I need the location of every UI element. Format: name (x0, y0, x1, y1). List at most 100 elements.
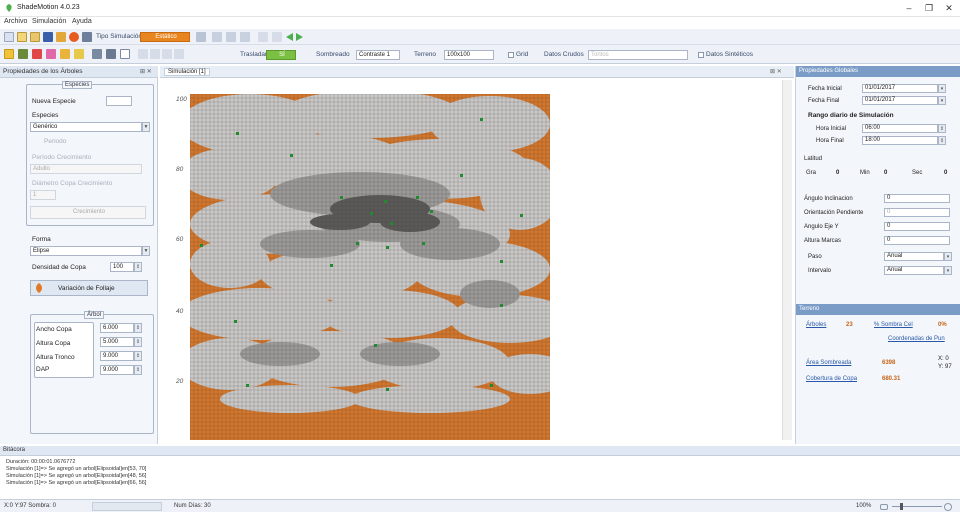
edit-icon[interactable] (56, 32, 66, 42)
intervalo-select[interactable]: Anual (884, 266, 944, 275)
forma-dropdown-icon[interactable]: ▼ (142, 246, 150, 256)
step-back-icon[interactable] (138, 49, 148, 59)
altura-marcas-input[interactable]: 0 (884, 236, 950, 245)
sombra-cel-link[interactable]: % Sombra Cel (874, 322, 913, 328)
nueva-especie-input[interactable] (106, 96, 132, 106)
tab-close-icon[interactable]: ⊠ ✕ (770, 68, 782, 75)
tree-marker[interactable] (422, 242, 425, 245)
tree-marker[interactable] (520, 214, 523, 217)
fast-forward-icon[interactable] (174, 49, 184, 59)
monitor-icon[interactable] (82, 32, 92, 42)
window-icon[interactable] (120, 49, 130, 59)
tree-marker[interactable] (246, 384, 249, 387)
contraste-select[interactable]: Contraste 1 (356, 50, 400, 60)
datos-crudos-input[interactable]: Tontos (588, 50, 688, 60)
hora-final-spin-icon[interactable]: ⇕ (938, 136, 946, 145)
tree-marker[interactable] (370, 212, 373, 215)
tree-marker[interactable] (480, 118, 483, 121)
cobertura-copa-link[interactable]: Cobertura de Copa (806, 376, 857, 382)
tree-marker[interactable] (500, 260, 503, 263)
coordenadas-link[interactable]: Coordenadas de Pun (888, 336, 945, 342)
tree-marker[interactable] (430, 210, 433, 213)
arboles-link[interactable]: Árboles (806, 322, 826, 328)
tree-marker[interactable] (416, 196, 419, 199)
record-icon[interactable] (69, 32, 79, 42)
altura-tronco-stepper[interactable]: 9.000 (100, 351, 134, 361)
tree-marker[interactable] (500, 304, 503, 307)
menu-archivo[interactable]: Archivo (4, 18, 27, 25)
new-file-icon[interactable] (4, 32, 14, 42)
altura-copa-stepper[interactable]: 5.000 (100, 337, 134, 347)
hora-final-input[interactable]: 18:00 (862, 136, 938, 145)
tree-marker[interactable] (234, 320, 237, 323)
save-icon[interactable] (43, 32, 53, 42)
paso-dropdown-icon[interactable]: ▾ (944, 252, 952, 261)
angulo-inclinacion-input[interactable]: 0 (884, 194, 950, 203)
layout-icon[interactable] (196, 32, 206, 42)
tree-marker[interactable] (290, 154, 293, 157)
zoom-in-icon[interactable] (944, 503, 952, 511)
open-icon[interactable] (30, 32, 40, 42)
play-icon[interactable] (150, 49, 160, 59)
cursor-icon[interactable] (60, 49, 70, 59)
tab-simulacion-1[interactable]: Simulación [1] (164, 68, 210, 76)
tree-marker[interactable] (374, 344, 377, 347)
undo-icon[interactable] (258, 32, 268, 42)
gra-value[interactable]: 0 (836, 170, 839, 176)
dap-stepper[interactable]: 9.000 (100, 365, 134, 375)
open-folder-icon[interactable] (17, 32, 27, 42)
sun-icon[interactable] (4, 49, 14, 59)
fecha-final-input[interactable]: 01/01/2017 (862, 96, 938, 105)
grid-checkbox[interactable] (508, 52, 514, 58)
panel-pin-icon[interactable]: ⊞ ✕ (140, 68, 152, 75)
zoom-slider-thumb[interactable] (900, 503, 903, 510)
fecha-final-calendar-icon[interactable]: ▾ (938, 96, 946, 105)
layers-icon[interactable] (92, 49, 102, 59)
arrow-right-icon[interactable] (296, 33, 303, 41)
trasladar-toggle[interactable]: SÍ (266, 50, 296, 60)
datos-sinteticos-checkbox[interactable] (698, 52, 704, 58)
zoom-out-icon[interactable] (880, 504, 888, 510)
pin-icon[interactable] (32, 49, 42, 59)
tree-marker[interactable] (340, 196, 343, 199)
periodo-select[interactable]: Adulto (30, 164, 142, 174)
minimize-button[interactable]: – (902, 2, 916, 14)
brush-icon[interactable] (18, 49, 28, 59)
especies-select[interactable]: Genérico (30, 122, 142, 132)
tree-marker[interactable] (386, 388, 389, 391)
densidad-spin-icon[interactable]: ⇕ (134, 262, 142, 272)
tree-marker[interactable] (236, 132, 239, 135)
hora-inicial-input[interactable]: 06:00 (862, 124, 938, 133)
intervalo-dropdown-icon[interactable]: ▾ (944, 266, 952, 275)
close-button[interactable]: ✕ (942, 2, 956, 14)
grid-icon[interactable] (226, 32, 236, 42)
ancho-copa-spin-icon[interactable]: ⇕ (134, 323, 142, 333)
shade-simulation-grid[interactable] (190, 94, 550, 440)
area-sombreada-link[interactable]: Área Sombreada (806, 360, 851, 366)
hora-inicial-spin-icon[interactable]: ⇕ (938, 124, 946, 133)
min-value[interactable]: 0 (884, 170, 887, 176)
step-forward-icon[interactable] (162, 49, 172, 59)
ancho-copa-stepper[interactable]: 6.000 (100, 323, 134, 333)
terreno-select[interactable]: 100x100 (444, 50, 494, 60)
densidad-stepper[interactable]: 100 (110, 262, 134, 272)
tree-marker[interactable] (330, 264, 333, 267)
arrow-left-icon[interactable] (286, 33, 293, 41)
paint-icon[interactable] (46, 49, 56, 59)
maximize-button[interactable]: ❐ (922, 2, 936, 14)
tree-marker[interactable] (460, 174, 463, 177)
menu-simulacion[interactable]: Simulación (32, 18, 66, 25)
tree-marker[interactable] (490, 384, 493, 387)
tree-marker[interactable] (390, 222, 393, 225)
tipo-simulacion-select[interactable]: Estático (140, 32, 190, 42)
tools-icon[interactable] (106, 49, 116, 59)
tree-marker[interactable] (386, 246, 389, 249)
folder-icon[interactable] (74, 49, 84, 59)
menu-ayuda[interactable]: Ayuda (72, 18, 92, 25)
tree-marker[interactable] (200, 244, 203, 247)
fecha-inicial-input[interactable]: 01/01/2017 (862, 84, 938, 93)
diametro-stepper[interactable]: 1 (30, 190, 56, 200)
chart-icon[interactable] (212, 32, 222, 42)
dap-spin-icon[interactable]: ⇕ (134, 365, 142, 375)
vertical-scrollbar[interactable] (782, 80, 792, 440)
